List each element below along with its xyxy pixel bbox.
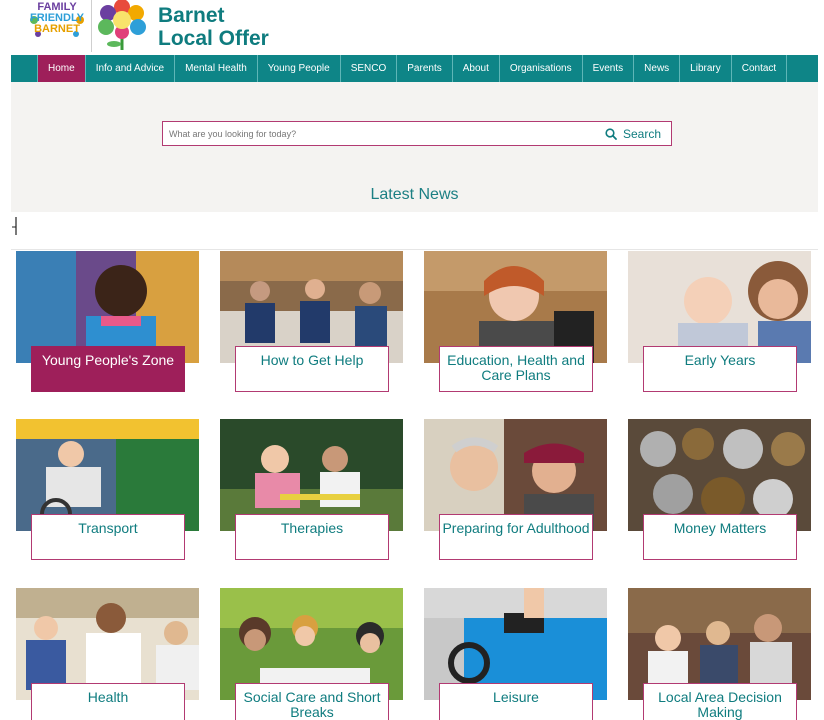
tile-leisure[interactable]: Leisure: [424, 588, 607, 720]
tile-label-how-to-get-help[interactable]: How to Get Help: [235, 346, 389, 392]
search-icon: [605, 128, 617, 140]
nav-item-senco[interactable]: SENCO: [341, 55, 398, 82]
tile-local-area-decision-making[interactable]: Local Area Decision Making: [628, 588, 811, 720]
nav-item-info-and-advice[interactable]: Info and Advice: [86, 55, 176, 82]
tile-young-people-s-zone[interactable]: Young People's Zone: [16, 251, 199, 392]
ffb-line-3: BARNET: [34, 23, 80, 35]
tile-social-care-and-short-breaks[interactable]: Social Care and Short Breaks: [220, 588, 403, 720]
search-button-label: Search: [622, 127, 661, 141]
news-strip: [11, 212, 818, 250]
main-navigation: Home Info and Advice Mental Health Young Pe…: [11, 55, 818, 82]
search-input[interactable]: [163, 122, 593, 145]
tile-label-therapies[interactable]: Therapies: [235, 514, 389, 560]
search-button[interactable]: Search: [605, 125, 661, 143]
tile-label-health[interactable]: Health: [31, 683, 185, 720]
tile-label-early-years[interactable]: Early Years: [643, 346, 797, 392]
tile-label-local-area-decision-making[interactable]: Local Area Decision Making: [643, 683, 797, 720]
nav-item-library[interactable]: Library: [680, 55, 732, 82]
tile-how-to-get-help[interactable]: How to Get Help: [220, 251, 403, 392]
tile-label-transport[interactable]: Transport: [31, 514, 185, 560]
tile-early-years[interactable]: Early Years: [628, 251, 811, 392]
tile-education-health-and-care-plans[interactable]: Education, Health and Care Plans: [424, 251, 607, 392]
nav-item-parents[interactable]: Parents: [397, 55, 453, 82]
tile-label-preparing-for-adulthood[interactable]: Preparing for Adulthood: [439, 514, 593, 560]
nav-spacer: [11, 55, 38, 82]
logo-divider: [91, 0, 92, 52]
ffb-logo-text: FAMILY FRIENDLY BARNET: [28, 2, 86, 35]
nav-item-young-people[interactable]: Young People: [258, 55, 341, 82]
nav-item-news[interactable]: News: [634, 55, 681, 82]
tile-therapies[interactable]: Therapies: [220, 419, 403, 560]
nav-item-mental-health[interactable]: Mental Health: [175, 55, 258, 82]
brand-line-2: Local Offer: [158, 27, 269, 50]
latest-news-heading: Latest News: [370, 186, 459, 203]
brand-line-1: Barnet: [158, 4, 225, 27]
family-friendly-barnet-logo[interactable]: FAMILY FRIENDLY BARNET: [28, 0, 86, 40]
site-header: FAMILY FRIENDLY BARNET Barnet Local Offe…: [0, 0, 824, 55]
nav-item-about[interactable]: About: [453, 55, 500, 82]
tile-health[interactable]: Health: [16, 588, 199, 720]
tile-money-matters[interactable]: Money Matters: [628, 419, 811, 560]
tile-label-leisure[interactable]: Leisure: [439, 683, 593, 720]
tile-label-money-matters[interactable]: Money Matters: [643, 514, 797, 560]
nav-item-contact[interactable]: Contact: [732, 55, 788, 82]
tile-label-young-people-s-zone[interactable]: Young People's Zone: [31, 346, 185, 392]
tile-label-education-health-and-care-plans[interactable]: Education, Health and Care Plans: [439, 346, 593, 392]
page: FAMILY FRIENDLY BARNET Barnet Local Offe…: [0, 0, 824, 720]
tile-preparing-for-adulthood[interactable]: Preparing for Adulthood: [424, 419, 607, 560]
tile-label-social-care-and-short-breaks[interactable]: Social Care and Short Breaks: [235, 683, 389, 720]
search-box: Search: [162, 121, 672, 146]
nav-item-events[interactable]: Events: [583, 55, 635, 82]
flower-logo-icon[interactable]: [94, 0, 152, 50]
text-cursor-icon: [12, 217, 17, 235]
nav-item-home[interactable]: Home: [38, 55, 86, 82]
tile-transport[interactable]: Transport: [16, 419, 199, 560]
nav-item-organisations[interactable]: Organisations: [500, 55, 583, 82]
site-brand[interactable]: Barnet Local Offer: [158, 4, 269, 50]
